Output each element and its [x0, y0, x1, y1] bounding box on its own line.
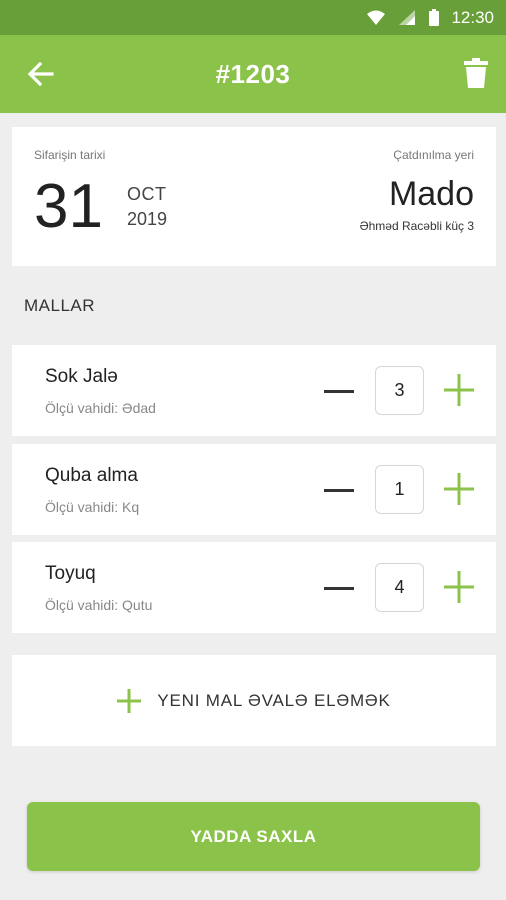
minus-icon [324, 389, 354, 393]
product-row: Quba alma Ölçü vahidi: Kq 1 [12, 444, 496, 535]
delivery-address: Əhməd Racəbli küç 3 [359, 219, 474, 233]
decrease-quantity-button[interactable] [324, 379, 354, 403]
order-month: OCT [127, 184, 167, 204]
page-title: #1203 [215, 58, 291, 89]
add-product-button[interactable]: YENI MAL ƏVALƏ ELƏMƏK [12, 655, 496, 746]
order-day: 31 [34, 172, 103, 241]
wifi-icon [367, 10, 386, 25]
plus-icon [444, 571, 474, 603]
product-row: Sok Jalə Ölçü vahidi: Ədad 3 [12, 345, 496, 436]
save-button[interactable]: YADDA SAXLA [27, 802, 480, 871]
status-bar: 12:30 [0, 0, 506, 35]
product-unit: Ölçü vahidi: Ədad [45, 400, 156, 416]
plus-icon [444, 473, 474, 505]
product-unit: Ölçü vahidi: Qutu [45, 597, 153, 613]
arrow-left-icon[interactable] [26, 59, 56, 89]
status-time: 12:30 [451, 7, 494, 27]
trash-icon[interactable] [464, 58, 488, 88]
quantity-field[interactable]: 1 [375, 465, 424, 514]
decrease-quantity-button[interactable] [324, 478, 354, 502]
product-name: Toyuq [45, 563, 96, 584]
increase-quantity-button[interactable] [444, 473, 474, 505]
product-unit: Ölçü vahidi: Kq [45, 499, 140, 515]
delivery-place-label: Çatdınılma yeri [393, 148, 474, 162]
quantity-field[interactable]: 3 [375, 366, 424, 415]
order-summary-card: Sifarişin tarixi Çatdınılma yeri 31 OCT … [12, 127, 496, 266]
plus-icon [444, 374, 474, 406]
increase-quantity-button[interactable] [444, 571, 474, 603]
product-row: Toyuq Ölçü vahidi: Qutu 4 [12, 542, 496, 633]
quantity-field[interactable]: 4 [375, 563, 424, 612]
products-section-title: MALLAR [24, 296, 96, 315]
app-bar: #1203 [0, 35, 506, 113]
decrease-quantity-button[interactable] [324, 576, 354, 600]
product-name: Quba alma [45, 465, 138, 486]
increase-quantity-button[interactable] [444, 374, 474, 406]
battery-icon [429, 9, 440, 26]
add-product-label: YENI MAL ƏVALƏ ELƏMƏK [157, 690, 391, 710]
minus-icon [324, 488, 354, 492]
order-date-label: Sifarişin tarixi [34, 148, 106, 162]
delivery-place: Mado [388, 175, 474, 213]
plus-icon [117, 688, 142, 713]
order-year: 2019 [127, 209, 168, 229]
product-name: Sok Jalə [45, 366, 118, 387]
minus-icon [324, 586, 354, 590]
signal-icon [399, 10, 416, 25]
